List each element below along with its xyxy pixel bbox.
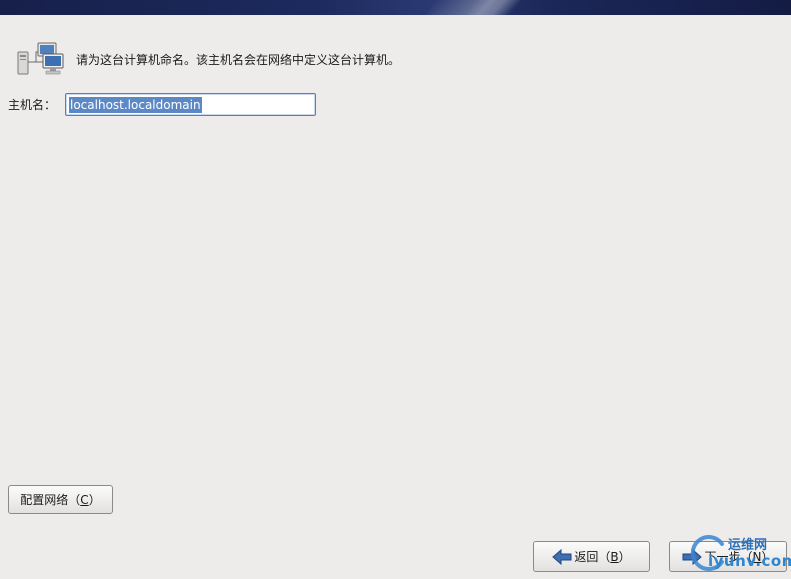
next-label-prefix: 下一步（ [704, 550, 753, 564]
next-label-suffix: ） [761, 550, 774, 564]
configure-network-mnemonic: C [80, 492, 89, 507]
back-label-suffix: ） [618, 550, 631, 564]
hostname-row: 主机名： localhost.localdomain [8, 93, 316, 116]
next-button[interactable]: 下一步（ N） [669, 541, 787, 572]
configure-network-label-prefix: 配置网络（ [20, 493, 81, 507]
header-row: 请为这台计算机命名。该主机名会在网络中定义这台计算机。 [16, 42, 400, 76]
hostname-value: localhost.localdomain [69, 96, 202, 113]
hostname-prompt: 请为这台计算机命名。该主机名会在网络中定义这台计算机。 [76, 52, 401, 67]
back-mnemonic: B [610, 549, 619, 564]
top-banner [0, 0, 791, 15]
next-mnemonic: N [752, 549, 762, 564]
back-label-prefix: 返回（ [574, 550, 611, 564]
left-arrow-icon [552, 548, 572, 565]
configure-network-button[interactable]: 配置网络（ C） [8, 485, 113, 514]
configure-network-label-suffix: ） [88, 493, 101, 507]
right-arrow-icon [682, 548, 703, 565]
network-computers-icon [16, 42, 66, 76]
hostname-input[interactable]: localhost.localdomain [65, 93, 316, 116]
back-button[interactable]: 返回（ B） [533, 541, 650, 572]
hostname-label: 主机名： [8, 98, 57, 112]
